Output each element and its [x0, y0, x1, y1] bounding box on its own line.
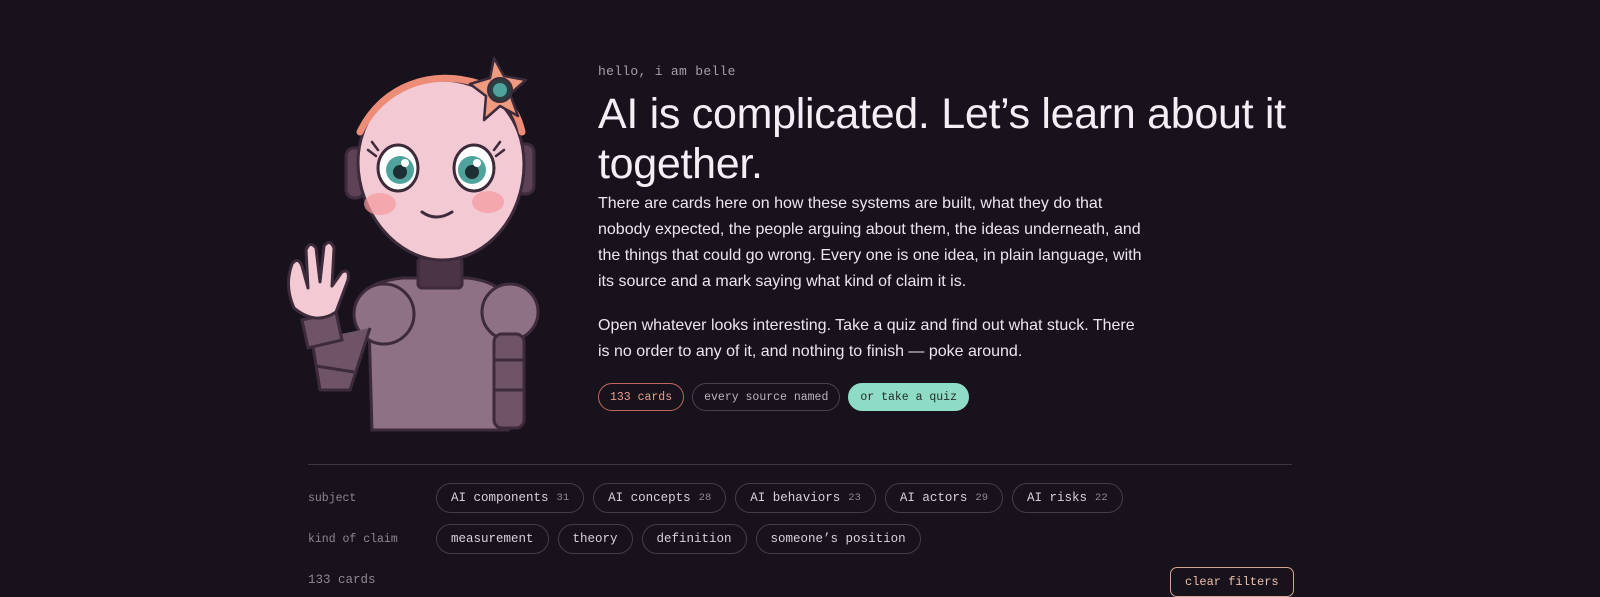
greeting-eyebrow: hello, i am belle [598, 64, 736, 79]
page-headline: AI is complicated. Let’s learn about it … [598, 90, 1286, 188]
filter-ai-risks[interactable]: AI risks 22 [1012, 483, 1123, 513]
filter-count: 29 [975, 492, 989, 504]
take-quiz-button[interactable]: or take a quiz [848, 383, 969, 411]
subject-filter-label: subject [308, 491, 357, 505]
claim-kind-filter-label: kind of claim [308, 532, 398, 546]
subject-filter-options: AI components 31 AI concepts 28 AI behav… [436, 483, 1123, 513]
filter-count: 22 [1095, 492, 1108, 504]
filter-label: measurement [451, 532, 534, 546]
filter-measurement[interactable]: measurement [436, 524, 549, 554]
filter-label: AI actors [899, 491, 968, 505]
claim-kind-filter-row: kind of claim measurement theory definit… [308, 524, 921, 554]
filter-label: someone’s position [770, 532, 906, 546]
card-count-chip: 133 cards [598, 383, 685, 411]
filter-ai-behaviors[interactable]: AI behaviors 23 [735, 483, 876, 513]
invitation-paragraph: Open whatever looks interesting. Take a … [598, 317, 1135, 360]
filter-someones-position[interactable]: someone’s position [755, 524, 921, 554]
section-divider [308, 464, 1292, 465]
claim-kind-filter-options: measurement theory definition someone’s … [436, 524, 921, 554]
clear-filters-button[interactable]: clear filters [1170, 567, 1294, 597]
filter-count: 28 [698, 492, 712, 504]
filter-ai-components[interactable]: AI components 31 [436, 483, 585, 513]
filter-label: AI concepts [608, 491, 691, 505]
hero-chips: 133 cards every source named or take a q… [598, 383, 1298, 411]
hero-section: hello, i am belle AI is complicated. Let… [598, 64, 1298, 411]
filter-count: 31 [556, 492, 570, 504]
filter-label: AI risks [1027, 491, 1088, 505]
robot-mascot-icon [287, 56, 540, 432]
filter-label: definition [656, 532, 732, 546]
filter-label: theory [572, 532, 618, 546]
filter-definition[interactable]: definition [641, 524, 747, 554]
filter-theory[interactable]: theory [557, 524, 633, 554]
subject-filter-row: subject AI components 31 AI concepts 28 … [308, 483, 1123, 513]
sources-chip: every source named [692, 383, 841, 411]
filter-label: AI behaviors [750, 491, 841, 505]
belle-mascot [272, 50, 562, 440]
filter-ai-actors[interactable]: AI actors 29 [884, 483, 1004, 513]
intro-paragraph: There are cards here on how these system… [598, 195, 1142, 290]
filter-ai-concepts[interactable]: AI concepts 28 [593, 483, 727, 513]
filter-count: 23 [848, 492, 861, 504]
results-count: 133 cards [308, 573, 376, 587]
filter-label: AI components [451, 491, 549, 505]
